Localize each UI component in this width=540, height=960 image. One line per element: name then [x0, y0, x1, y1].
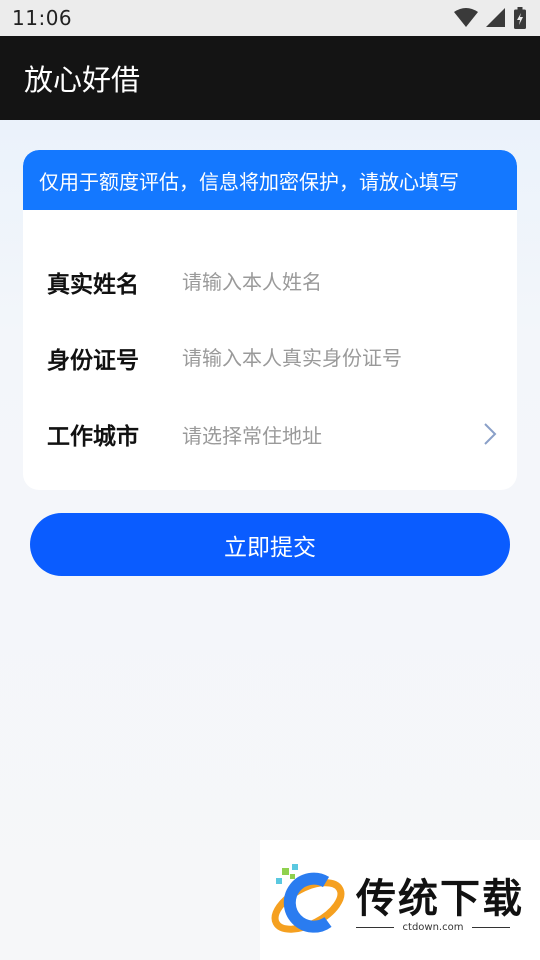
chevron-right-icon: [483, 422, 497, 446]
wifi-icon: [454, 8, 478, 28]
name-label: 真实姓名: [47, 272, 139, 298]
city-select[interactable]: 请选择常住地址: [182, 414, 517, 454]
status-time: 11:06: [12, 6, 73, 30]
watermark-brand: 传统下载: [356, 876, 524, 922]
app-bar: 放心好借: [0, 36, 540, 120]
cellular-signal-icon: [486, 8, 506, 28]
divider: [356, 927, 394, 928]
status-bar: 11:06: [0, 0, 540, 36]
city-placeholder: 请选择常住地址: [182, 423, 322, 448]
divider: [472, 927, 510, 928]
name-input[interactable]: [182, 262, 462, 302]
name-row: 真实姓名: [23, 252, 517, 312]
city-row: 工作城市 请选择常住地址: [23, 404, 517, 464]
id-number-row: 身份证号: [23, 328, 517, 388]
form-card: 仅用于额度评估，信息将加密保护，请放心填写 真实姓名 身份证号 工作城市 请选择…: [23, 150, 517, 490]
watermark-url-row: ctdown.com: [356, 922, 510, 933]
id-number-input[interactable]: [182, 338, 462, 378]
watermark-url: ctdown.com: [402, 922, 464, 933]
submit-button[interactable]: 立即提交: [30, 513, 510, 576]
watermark-emblem-icon: [268, 862, 350, 946]
id-number-label: 身份证号: [47, 348, 139, 374]
watermark-logo: 传统下载 ctdown.com: [260, 840, 540, 960]
privacy-banner-text: 仅用于额度评估，信息将加密保护，请放心填写: [39, 169, 459, 194]
privacy-banner: 仅用于额度评估，信息将加密保护，请放心填写: [23, 150, 517, 210]
app-title: 放心好借: [24, 63, 141, 97]
city-label: 工作城市: [47, 424, 139, 450]
status-icons: [454, 7, 526, 29]
battery-charging-icon: [514, 7, 526, 29]
